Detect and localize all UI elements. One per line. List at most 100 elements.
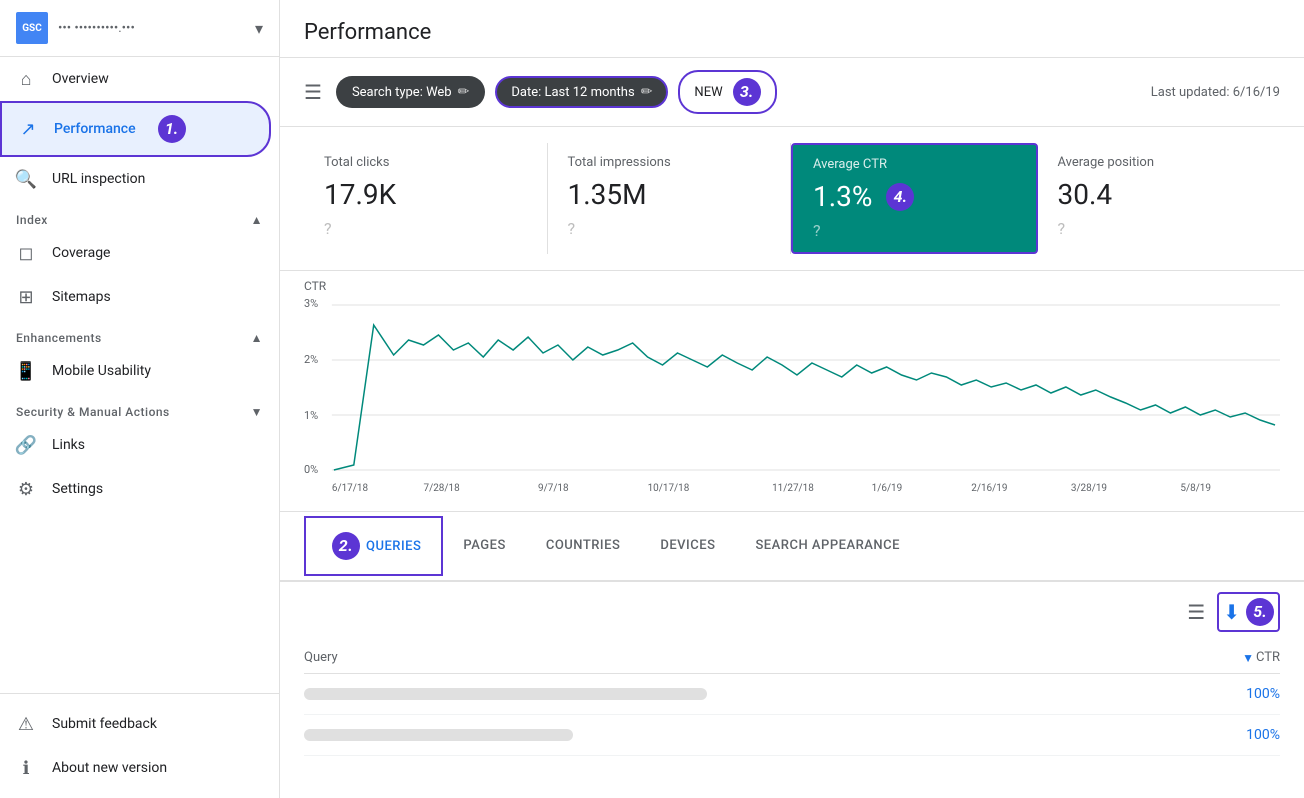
table-header: Query ▼ CTR bbox=[304, 642, 1280, 674]
sidebar-item-links[interactable]: 🔗 Links bbox=[0, 423, 271, 467]
tab-queries[interactable]: 2. QUERIES bbox=[304, 516, 443, 576]
total-impressions-value: 1.35M bbox=[568, 178, 771, 211]
search-type-chip[interactable]: Search type: Web ✏ bbox=[336, 76, 485, 108]
index-chevron-icon: ▲ bbox=[251, 213, 263, 227]
home-icon: ⌂ bbox=[16, 69, 36, 89]
svg-text:2%: 2% bbox=[304, 353, 318, 366]
tabs-row: 2. QUERIES PAGES COUNTRIES DEVICES SEARC… bbox=[280, 512, 1304, 582]
security-section-header[interactable]: Security & Manual Actions ▼ bbox=[0, 393, 279, 423]
enhancements-section-header[interactable]: Enhancements ▲ bbox=[0, 319, 279, 349]
search-icon: 🔍 bbox=[16, 169, 36, 189]
metrics-row: Total clicks 17.9K ? Total impressions 1… bbox=[280, 127, 1304, 271]
mobile-icon: 📱 bbox=[16, 361, 36, 381]
sidebar-item-sitemaps[interactable]: ⊞ Sitemaps bbox=[0, 275, 271, 319]
about-new-version-button[interactable]: ℹ About new version bbox=[0, 746, 279, 790]
annotation-5: 5. bbox=[1246, 598, 1274, 626]
settings-icon: ⚙ bbox=[16, 479, 36, 499]
tab-pages[interactable]: PAGES bbox=[443, 524, 525, 570]
download-icon[interactable]: ⬇ bbox=[1223, 600, 1240, 624]
avg-ctr-card[interactable]: Average CTR 1.3% 4. ? bbox=[791, 143, 1038, 254]
download-highlighted-box: ⬇ 5. bbox=[1217, 592, 1280, 632]
query-cell-2 bbox=[304, 729, 1200, 741]
submit-feedback-button[interactable]: ⚠ Submit feedback bbox=[0, 702, 279, 746]
new-badge-label: NEW bbox=[694, 85, 722, 100]
annotation-3: 3. bbox=[733, 78, 761, 106]
annotation-1: 1. bbox=[158, 115, 186, 143]
sidebar-item-performance-label: Performance bbox=[54, 121, 136, 137]
svg-text:11/27/18: 11/27/18 bbox=[772, 483, 814, 494]
ctr-value-2: 100% bbox=[1200, 727, 1280, 743]
svg-text:0%: 0% bbox=[304, 463, 318, 476]
index-section-header[interactable]: Index ▲ bbox=[0, 201, 279, 231]
ctr-value-1: 100% bbox=[1200, 686, 1280, 702]
last-updated: Last updated: 6/16/19 bbox=[1151, 85, 1280, 100]
svg-text:7/28/18: 7/28/18 bbox=[424, 483, 461, 494]
avg-position-value: 30.4 bbox=[1058, 178, 1261, 211]
chart-y-label: CTR bbox=[304, 279, 1280, 293]
sidebar-item-url-label: URL inspection bbox=[52, 171, 145, 187]
avg-ctr-help-icon[interactable]: ? bbox=[813, 221, 1016, 240]
sidebar-item-performance[interactable]: ↗ Performance 1. bbox=[0, 101, 271, 157]
total-impressions-label: Total impressions bbox=[568, 155, 771, 170]
svg-text:6/17/18: 6/17/18 bbox=[332, 483, 369, 494]
total-clicks-label: Total clicks bbox=[324, 155, 527, 170]
chart-container: 3% 2% 1% 0% 6/17/18 7/28/18 9/7/18 10/17… bbox=[304, 295, 1280, 495]
col-ctr: ▼ CTR bbox=[1200, 650, 1280, 665]
filter-icon[interactable]: ☰ bbox=[304, 80, 322, 104]
svg-text:9/7/18: 9/7/18 bbox=[538, 483, 569, 494]
sidebar-item-settings[interactable]: ⚙ Settings bbox=[0, 467, 271, 511]
table-area: ☰ ⬇ 5. Query ▼ CTR 100% 100% bbox=[280, 582, 1304, 798]
about-new-version-label: About new version bbox=[52, 760, 167, 776]
chart-svg: 3% 2% 1% 0% 6/17/18 7/28/18 9/7/18 10/17… bbox=[304, 295, 1280, 495]
tab-queries-label: QUERIES bbox=[366, 539, 421, 554]
date-chip[interactable]: Date: Last 12 months ✏ bbox=[495, 76, 668, 108]
tab-search-appearance[interactable]: SEARCH APPEARANCE bbox=[735, 524, 920, 570]
total-clicks-card[interactable]: Total clicks 17.9K ? bbox=[304, 143, 548, 254]
security-chevron-icon: ▼ bbox=[251, 405, 263, 419]
submit-feedback-label: Submit feedback bbox=[52, 716, 157, 732]
annotation-2: 2. bbox=[332, 532, 360, 560]
sort-arrow-icon: ▼ bbox=[1242, 651, 1254, 665]
tab-countries[interactable]: COUNTRIES bbox=[526, 524, 641, 570]
svg-text:5/8/19: 5/8/19 bbox=[1180, 483, 1211, 494]
sidebar: GSC ••• ••••••••••.••• ▾ ⌂ Overview ↗ Pe… bbox=[0, 0, 280, 798]
main-content: Performance ☰ Search type: Web ✏ Date: L… bbox=[280, 0, 1304, 798]
sidebar-item-overview[interactable]: ⌂ Overview bbox=[0, 57, 271, 101]
chart-area: CTR 3% 2% 1% 0% 6/17/18 7/28/18 9/7/18 1 bbox=[280, 271, 1304, 512]
svg-text:10/17/18: 10/17/18 bbox=[648, 483, 690, 494]
sidebar-header: GSC ••• ••••••••••.••• ▾ bbox=[0, 0, 279, 57]
new-badge[interactable]: NEW 3. bbox=[678, 70, 776, 114]
sidebar-item-overview-label: Overview bbox=[52, 71, 109, 87]
avg-ctr-value: 1.3% bbox=[813, 180, 872, 213]
edit-search-type-icon: ✏ bbox=[458, 84, 470, 100]
total-impressions-card[interactable]: Total impressions 1.35M ? bbox=[548, 143, 792, 254]
sidebar-item-mobile-usability[interactable]: 📱 Mobile Usability bbox=[0, 349, 271, 393]
site-dropdown-icon[interactable]: ▾ bbox=[255, 19, 263, 38]
total-impressions-help-icon[interactable]: ? bbox=[568, 219, 771, 238]
coverage-icon: ◻ bbox=[16, 243, 36, 263]
tab-countries-label: COUNTRIES bbox=[546, 538, 621, 553]
filter-rows-icon[interactable]: ☰ bbox=[1187, 600, 1205, 624]
site-name: ••• ••••••••••.••• bbox=[58, 21, 135, 36]
svg-text:2/16/19: 2/16/19 bbox=[971, 483, 1007, 494]
svg-text:3%: 3% bbox=[304, 297, 318, 310]
tab-devices[interactable]: DEVICES bbox=[640, 524, 735, 570]
enhancements-chevron-icon: ▲ bbox=[251, 331, 263, 345]
sidebar-item-coverage[interactable]: ◻ Coverage bbox=[0, 231, 271, 275]
avg-position-label: Average position bbox=[1058, 155, 1261, 170]
query-cell-1 bbox=[304, 688, 1200, 700]
sidebar-nav: ⌂ Overview ↗ Performance 1. 🔍 URL inspec… bbox=[0, 57, 279, 693]
total-clicks-value: 17.9K bbox=[324, 178, 527, 211]
info-icon: ℹ bbox=[16, 758, 36, 778]
col-query: Query bbox=[304, 650, 1200, 665]
trending-icon: ↗ bbox=[18, 119, 38, 139]
total-clicks-help-icon[interactable]: ? bbox=[324, 219, 527, 238]
avg-position-help-icon[interactable]: ? bbox=[1058, 219, 1261, 238]
tab-search-appearance-label: SEARCH APPEARANCE bbox=[755, 538, 900, 553]
table-row: 100% bbox=[304, 674, 1280, 715]
avg-position-card[interactable]: Average position 30.4 ? bbox=[1038, 143, 1281, 254]
avg-ctr-label: Average CTR bbox=[813, 157, 1016, 172]
table-row: 100% bbox=[304, 715, 1280, 756]
sidebar-item-url-inspection[interactable]: 🔍 URL inspection bbox=[0, 157, 271, 201]
sidebar-item-settings-label: Settings bbox=[52, 481, 103, 497]
